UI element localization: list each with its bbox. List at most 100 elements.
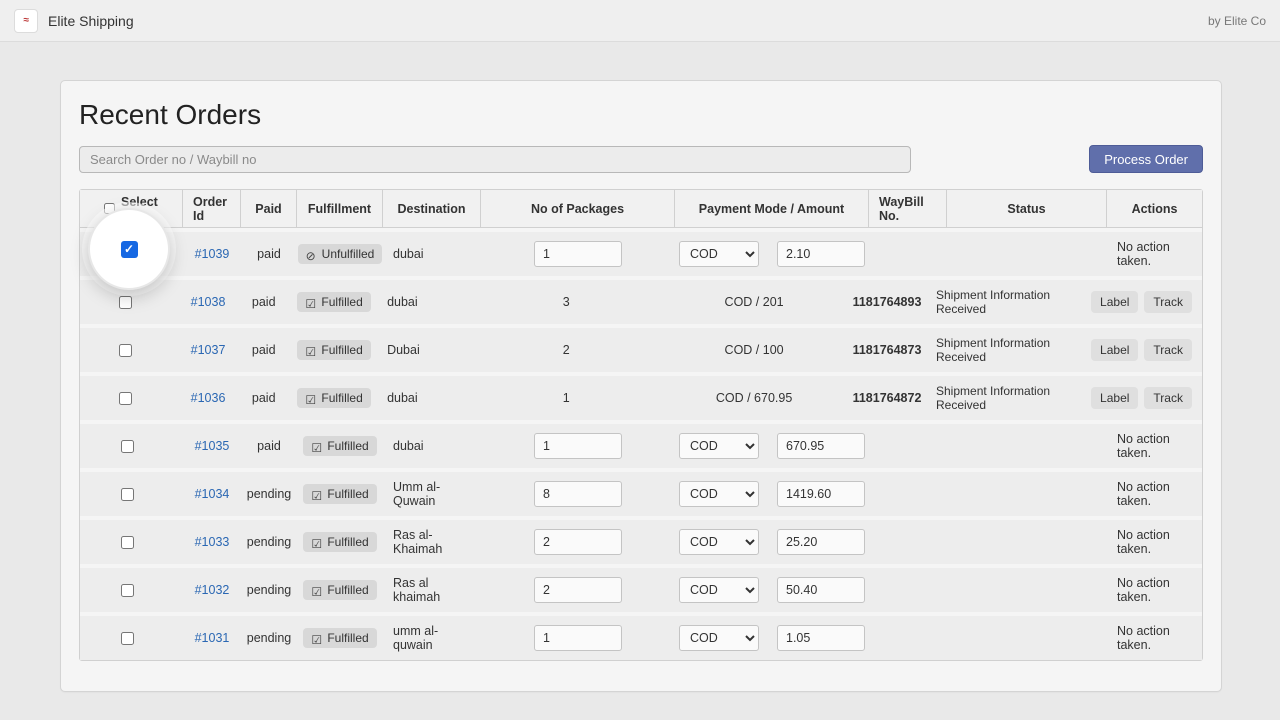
track-button[interactable]: Track xyxy=(1144,291,1192,313)
fulfillment-label: Fulfilled xyxy=(327,439,368,453)
fulfillment-label: Fulfilled xyxy=(321,343,362,357)
brand-logo: ≈ xyxy=(14,9,38,33)
fulfillment-label: Unfulfilled xyxy=(322,247,375,261)
search-input[interactable] xyxy=(79,146,911,173)
col-order-id: Order Id xyxy=(183,190,241,227)
packages-input[interactable] xyxy=(534,433,622,459)
no-action-text: No action taken. xyxy=(1117,528,1192,556)
brand-title: Elite Shipping xyxy=(48,13,134,29)
packages-input[interactable] xyxy=(534,625,622,651)
ban-icon xyxy=(306,249,317,260)
check-icon xyxy=(311,441,322,452)
row-select-checkbox[interactable] xyxy=(121,584,134,597)
no-action-text: No action taken. xyxy=(1117,576,1192,604)
waybill-no: 1181764872 xyxy=(848,391,926,405)
col-destination: Destination xyxy=(383,190,481,227)
label-button[interactable]: Label xyxy=(1091,291,1138,313)
table-row: #1036paidFulfilleddubai1COD / 670.951181… xyxy=(80,372,1202,420)
fulfillment-chip: Fulfilled xyxy=(303,580,376,600)
page-title: Recent Orders xyxy=(79,99,1203,131)
by-company-label: by Elite Co xyxy=(1208,14,1266,28)
destination-text: Umm al-Quwain xyxy=(383,480,481,508)
order-id-link[interactable]: #1031 xyxy=(195,631,230,645)
destination-text: dubai xyxy=(383,439,481,453)
paid-status: paid xyxy=(236,343,291,357)
col-waybill: WayBill No. xyxy=(869,190,947,227)
row-select-checkbox[interactable] xyxy=(121,536,134,549)
order-id-link[interactable]: #1038 xyxy=(191,295,226,309)
magnified-checkbox-checked-icon: ✓ xyxy=(121,241,138,258)
order-id-link[interactable]: #1033 xyxy=(195,535,230,549)
fulfillment-chip: Fulfilled xyxy=(303,628,376,648)
payment-text: COD / 670.95 xyxy=(716,391,792,405)
fulfillment-chip: Unfulfilled xyxy=(298,244,383,264)
row-select-checkbox[interactable] xyxy=(121,488,134,501)
paid-status: pending xyxy=(241,631,297,645)
payment-mode-select[interactable]: COD xyxy=(679,577,759,603)
order-id-link[interactable]: #1036 xyxy=(191,391,226,405)
packages-input[interactable] xyxy=(534,529,622,555)
check-icon xyxy=(311,585,322,596)
table-row: #1037paidFulfilledDubai2COD / 1001181764… xyxy=(80,324,1202,372)
payment-text: COD / 201 xyxy=(725,295,784,309)
fulfillment-label: Fulfilled xyxy=(321,295,362,309)
amount-input[interactable] xyxy=(777,625,865,651)
payment-mode-select[interactable]: COD xyxy=(679,625,759,651)
amount-input[interactable] xyxy=(777,481,865,507)
paid-status: pending xyxy=(241,583,297,597)
fulfillment-label: Fulfilled xyxy=(327,631,368,645)
payment-mode-select[interactable]: COD xyxy=(679,529,759,555)
payment-mode-select[interactable]: COD xyxy=(679,433,759,459)
paid-status: paid xyxy=(236,295,291,309)
payment-mode-select[interactable]: COD xyxy=(679,241,759,267)
col-status: Status xyxy=(947,190,1107,227)
destination-text: dubai xyxy=(383,247,481,261)
order-id-link[interactable]: #1035 xyxy=(195,439,230,453)
table-row: #1035paidFulfilleddubaiCODNo action take… xyxy=(80,420,1202,468)
label-button[interactable]: Label xyxy=(1091,339,1138,361)
col-fulfillment: Fulfillment xyxy=(297,190,383,227)
packages-input[interactable] xyxy=(534,481,622,507)
status-text: Shipment Information Received xyxy=(926,336,1081,364)
order-id-link[interactable]: #1037 xyxy=(191,343,226,357)
check-icon xyxy=(311,633,322,644)
amount-input[interactable] xyxy=(777,577,865,603)
row-select-checkbox[interactable] xyxy=(121,440,134,453)
amount-input[interactable] xyxy=(777,529,865,555)
amount-input[interactable] xyxy=(777,241,865,267)
order-id-link[interactable]: #1032 xyxy=(195,583,230,597)
no-action-text: No action taken. xyxy=(1117,480,1192,508)
status-text: Shipment Information Received xyxy=(926,288,1081,316)
row-select-checkbox[interactable] xyxy=(119,392,132,405)
destination-text: Ras al khaimah xyxy=(383,576,481,604)
label-button[interactable]: Label xyxy=(1091,387,1138,409)
fulfillment-chip: Fulfilled xyxy=(303,436,376,456)
paid-status: paid xyxy=(241,439,297,453)
fulfillment-chip: Fulfilled xyxy=(297,340,370,360)
table-row: #1034pendingFulfilledUmm al-QuwainCODNo … xyxy=(80,468,1202,516)
no-action-text: No action taken. xyxy=(1117,624,1192,652)
paid-status: pending xyxy=(241,535,297,549)
payment-mode-select[interactable]: COD xyxy=(679,481,759,507)
order-id-link[interactable]: #1034 xyxy=(195,487,230,501)
track-button[interactable]: Track xyxy=(1144,387,1192,409)
status-text: Shipment Information Received xyxy=(926,384,1081,412)
process-order-button[interactable]: Process Order xyxy=(1089,145,1203,173)
check-icon xyxy=(311,489,322,500)
amount-input[interactable] xyxy=(777,433,865,459)
packages-input[interactable] xyxy=(534,241,622,267)
order-id-link[interactable]: #1039 xyxy=(195,247,230,261)
packages-text: 3 xyxy=(563,295,570,309)
waybill-no: 1181764873 xyxy=(848,343,926,357)
col-paid: Paid xyxy=(241,190,297,227)
track-button[interactable]: Track xyxy=(1144,339,1192,361)
col-payment: Payment Mode / Amount xyxy=(675,190,869,227)
no-action-text: No action taken. xyxy=(1117,240,1192,268)
grid-header: Select All Order Id Paid Fulfillment Des… xyxy=(80,190,1202,228)
row-select-checkbox[interactable] xyxy=(119,344,132,357)
magnified-checkbox-callout: ✓ xyxy=(88,208,170,290)
packages-input[interactable] xyxy=(534,577,622,603)
check-icon xyxy=(305,393,316,404)
row-select-checkbox[interactable] xyxy=(121,632,134,645)
row-select-checkbox[interactable] xyxy=(119,296,132,309)
